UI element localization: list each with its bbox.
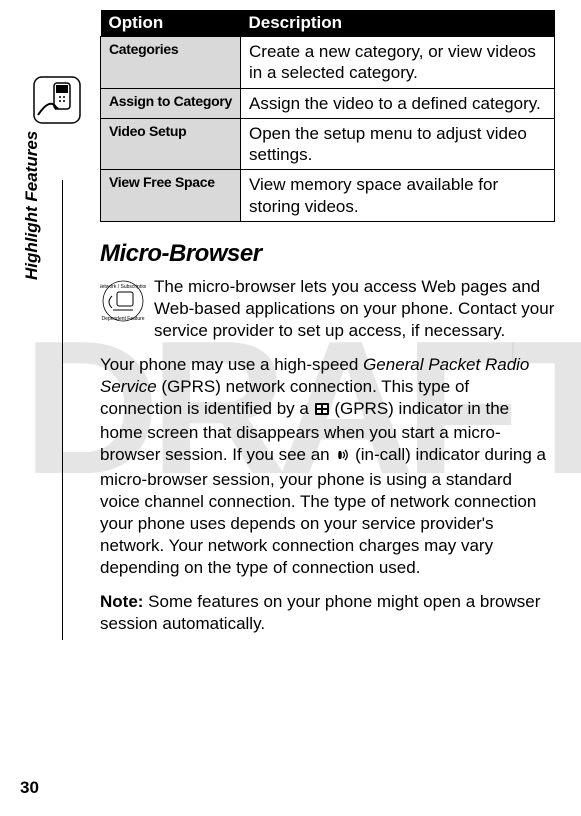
gprs-indicator-icon [314,400,330,422]
svg-text:Network / Subscription: Network / Subscription [100,284,146,290]
side-divider [62,180,63,640]
desc-categories: Create a new category, or view videos in… [241,37,555,89]
page-number: 30 [20,778,39,798]
desc-video-setup: Open the setup menu to adjust video sett… [241,118,555,170]
options-table: Option Description Categories Create a n… [100,10,555,222]
opt-view-free: View Free Space [101,170,241,222]
svg-text:Dependent Feature: Dependent Feature [101,316,144,322]
body-after-in-call: indicator during a micro-browser session… [100,445,546,576]
th-description: Description [241,10,555,37]
main-content: Option Description Categories Create a n… [100,10,555,635]
desc-view-free: View memory space available for storing … [241,170,555,222]
opt-video-setup: Video Setup [101,118,241,170]
th-option: Option [101,10,241,37]
opt-assign: Assign to Category [101,88,241,118]
table-row: Video Setup Open the setup menu to adjus… [101,118,555,170]
body-gprs-label: (GPRS) [334,399,394,418]
body-paragraph: Your phone may use a high-speed General … [100,354,555,579]
note-label: Note: [100,592,143,611]
table-row: View Free Space View memory space availa… [101,170,555,222]
intro-text: The micro-browser lets you access Web pa… [154,276,555,342]
body-pre-gprs: Your phone may use a high-speed [100,355,363,374]
network-subscription-icon: Network / Subscription Dependent Feature [100,276,146,342]
section-title: Micro-Browser [100,240,555,268]
table-row: Categories Create a new category, or vie… [101,37,555,89]
intro-block: Network / Subscription Dependent Feature… [100,276,555,342]
in-call-indicator-icon [334,446,350,468]
desc-assign: Assign the video to a defined category. [241,88,555,118]
phone-handwrite-icon [32,75,82,130]
body-in-call-label: (in-call) [355,445,411,464]
note-text: Some features on your phone might open a… [100,592,540,633]
table-row: Assign to Category Assign the video to a… [101,88,555,118]
note-paragraph: Note: Some features on your phone might … [100,591,555,635]
side-label: Highlight Features [22,131,42,280]
opt-categories: Categories [101,37,241,89]
